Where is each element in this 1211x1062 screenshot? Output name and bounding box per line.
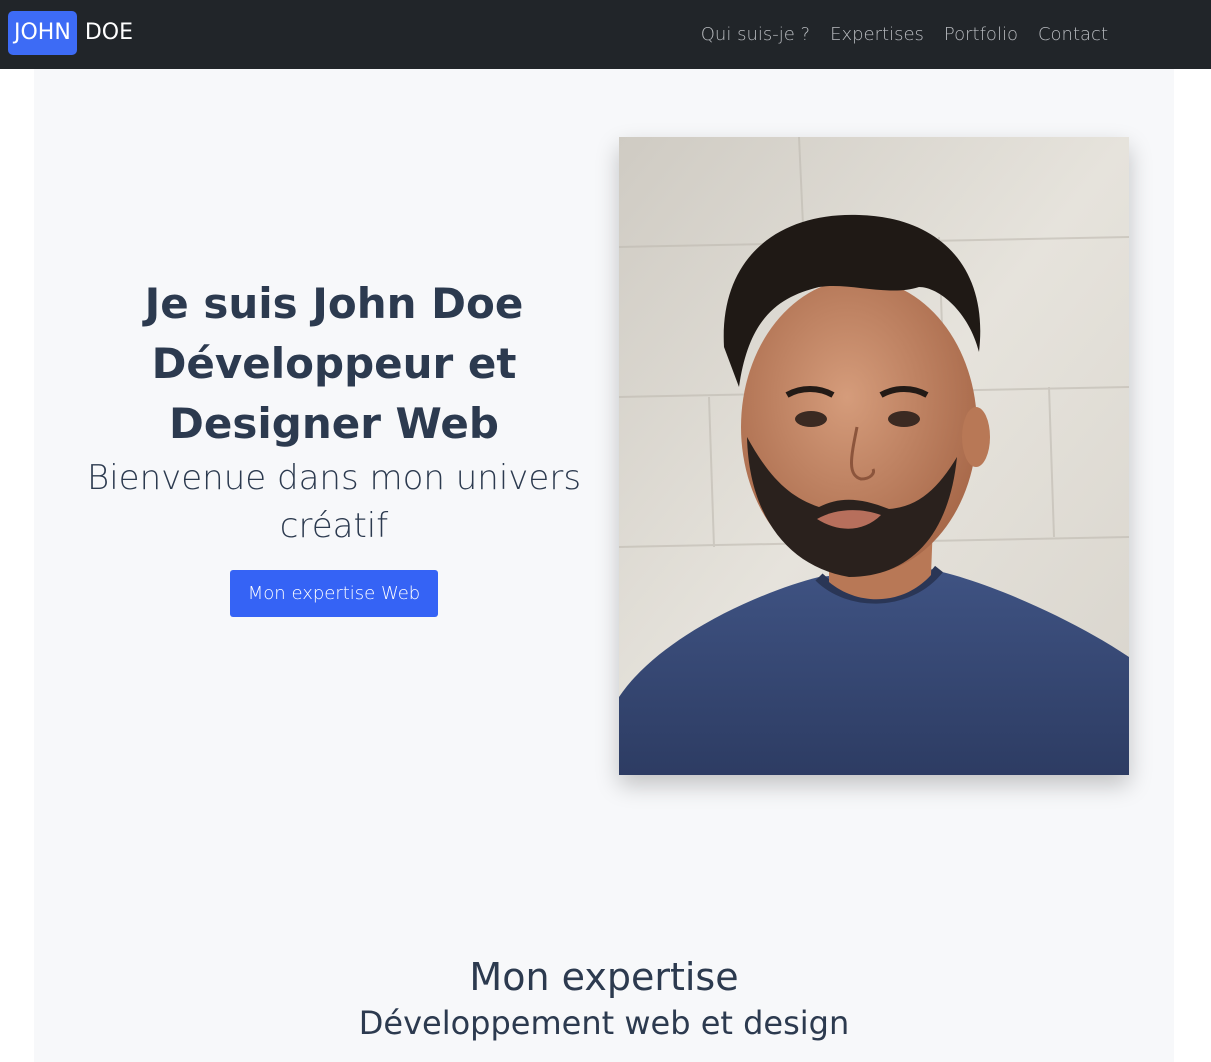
brand-last-name: DOE — [84, 20, 133, 45]
brand-logo[interactable]: JOHN DOE — [8, 11, 133, 55]
expertise-section-subtitle: Développement web et design — [358, 1004, 850, 1042]
hero-title-line: Designer Web — [169, 399, 499, 448]
nav-links: Qui suis-je ? Expertises Portfolio Conta… — [681, 0, 1108, 69]
hero-title: Je suis John Doe Développeur et Designer… — [64, 274, 604, 454]
expertise-cta-button[interactable]: Mon expertise Web — [230, 570, 438, 617]
navbar: JOHN DOE Qui suis-je ? Expertises Portfo… — [0, 0, 1211, 69]
nav-link-portfolio[interactable]: Portfolio — [944, 24, 1018, 45]
expertise-section-title: Mon expertise — [469, 955, 739, 999]
hero-subtitle: Bienvenue dans mon univers créatif — [86, 458, 582, 546]
hero-title-line: Développeur et — [151, 339, 517, 388]
nav-link-qui-suis-je[interactable]: Qui suis-je ? — [701, 24, 810, 45]
nav-link-expertises[interactable]: Expertises — [830, 24, 924, 45]
profile-photo — [619, 137, 1129, 775]
main-content: Je suis John Doe Développeur et Designer… — [34, 69, 1174, 1062]
hero-title-line: Je suis John Doe — [144, 279, 524, 328]
brand-first-name: JOHN — [8, 11, 77, 55]
nav-link-contact[interactable]: Contact — [1038, 24, 1108, 45]
